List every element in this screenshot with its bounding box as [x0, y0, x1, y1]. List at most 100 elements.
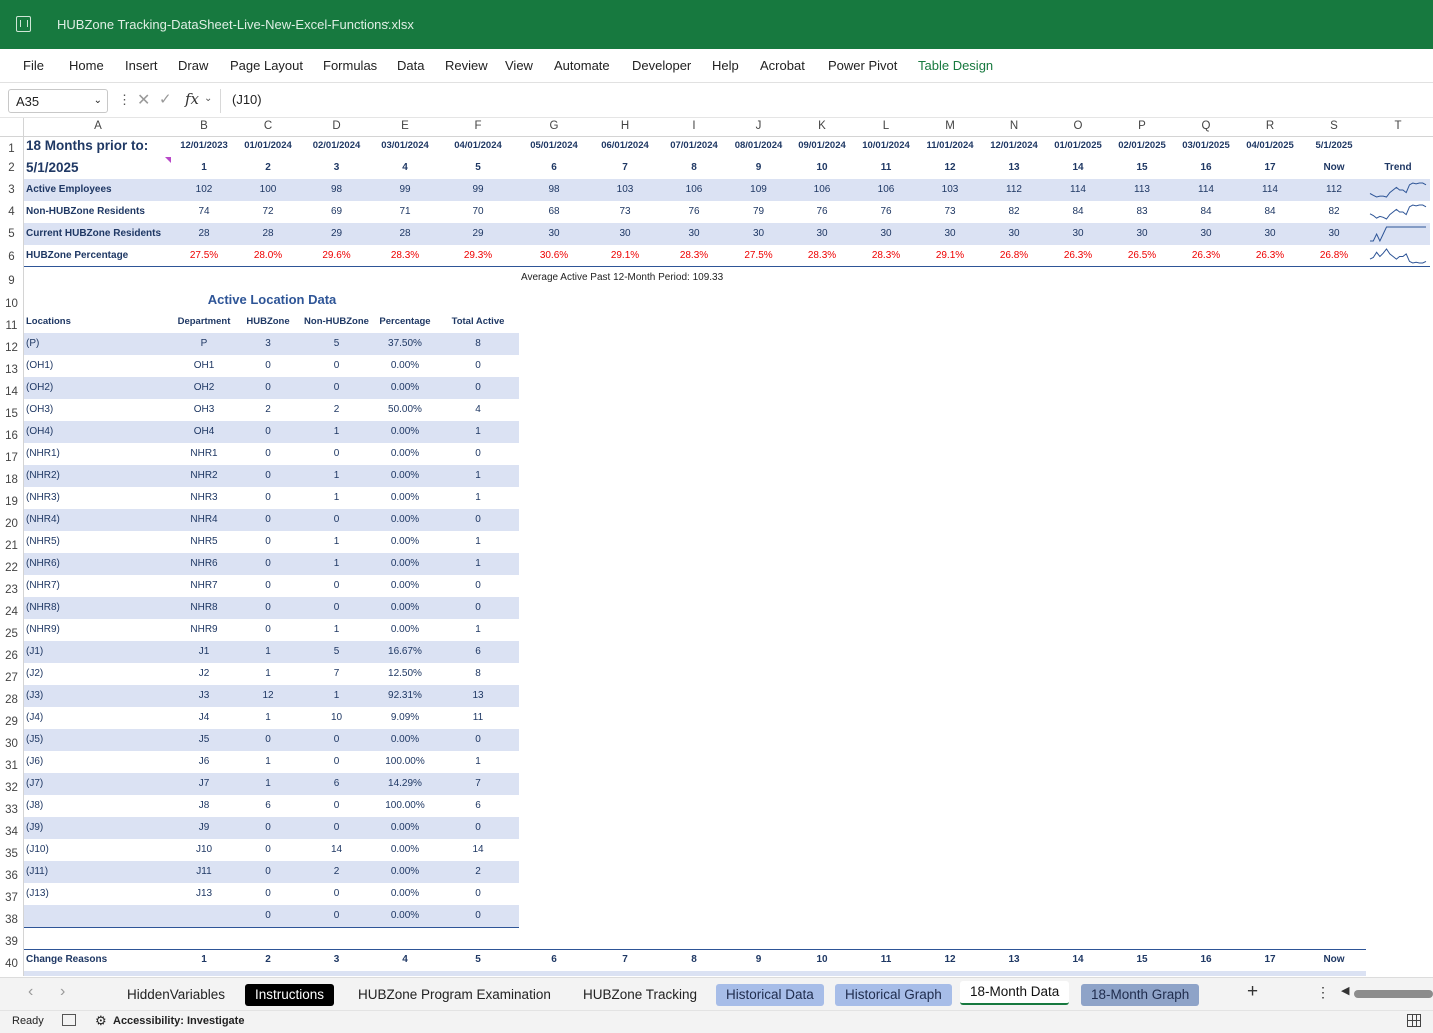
- scroll-right-icon[interactable]: ›: [60, 983, 65, 1001]
- location-cell[interactable]: 0: [236, 531, 300, 553]
- row-header-20[interactable]: 20: [0, 509, 23, 531]
- location-cell[interactable]: 0.00%: [373, 355, 437, 377]
- location-cell[interactable]: 0: [437, 817, 519, 839]
- change-reason-index[interactable]: Now: [1302, 949, 1366, 971]
- sheet-tab-instructions[interactable]: Instructions: [245, 984, 335, 1006]
- metric-value[interactable]: 30: [1302, 223, 1366, 245]
- menu-insert[interactable]: Insert: [125, 58, 158, 73]
- location-cell[interactable]: 2: [437, 861, 519, 883]
- month-index[interactable]: 8: [661, 157, 727, 179]
- row-header-13[interactable]: 13: [0, 355, 23, 377]
- location-header[interactable]: Department: [172, 311, 236, 333]
- column-header-o[interactable]: O: [1046, 120, 1110, 136]
- month-index[interactable]: 9: [727, 157, 790, 179]
- column-header-a[interactable]: A: [24, 120, 172, 136]
- location-cell[interactable]: NHR6: [172, 553, 236, 575]
- metric-value[interactable]: 70: [437, 201, 519, 223]
- location-cell[interactable]: 1: [300, 487, 373, 509]
- month-index[interactable]: 1: [172, 157, 236, 179]
- month-date-header[interactable]: 02/01/2025: [1110, 135, 1174, 157]
- location-cell[interactable]: 1: [437, 619, 519, 641]
- location-cell[interactable]: 0: [236, 597, 300, 619]
- location-cell[interactable]: (J13): [24, 883, 174, 905]
- location-cell[interactable]: 0.00%: [373, 619, 437, 641]
- metric-value[interactable]: 102: [172, 179, 236, 201]
- location-header[interactable]: Locations: [24, 311, 174, 333]
- location-cell[interactable]: 12.50%: [373, 663, 437, 685]
- month-index[interactable]: 13: [982, 157, 1046, 179]
- metric-label[interactable]: Active Employees: [24, 179, 174, 201]
- location-cell[interactable]: NHR2: [172, 465, 236, 487]
- location-cell[interactable]: 1: [437, 553, 519, 575]
- metric-value[interactable]: 28.3%: [790, 245, 854, 267]
- location-cell[interactable]: 0.00%: [373, 443, 437, 465]
- location-header[interactable]: Percentage: [373, 311, 437, 333]
- location-cell[interactable]: 100.00%: [373, 795, 437, 817]
- location-cell[interactable]: OH1: [172, 355, 236, 377]
- location-header[interactable]: HUBZone: [236, 311, 300, 333]
- location-cell[interactable]: 0: [236, 817, 300, 839]
- metric-value[interactable]: 30: [727, 223, 790, 245]
- row-header-19[interactable]: 19: [0, 487, 23, 509]
- menu-automate[interactable]: Automate: [554, 58, 610, 73]
- metric-value[interactable]: 29: [437, 223, 519, 245]
- location-cell[interactable]: J6: [172, 751, 236, 773]
- location-cell[interactable]: 14: [437, 839, 519, 861]
- location-header[interactable]: Non-HUBZone: [300, 311, 373, 333]
- metric-value[interactable]: 84: [1238, 201, 1302, 223]
- location-cell[interactable]: J2: [172, 663, 236, 685]
- metric-value[interactable]: 26.8%: [1302, 245, 1366, 267]
- metric-value[interactable]: 30: [661, 223, 727, 245]
- column-header-e[interactable]: E: [373, 120, 437, 136]
- location-cell[interactable]: 0: [300, 905, 373, 927]
- row-header-23[interactable]: 23: [0, 575, 23, 597]
- column-header-j[interactable]: J: [727, 120, 790, 136]
- row-header-10[interactable]: 10: [0, 289, 23, 311]
- location-cell[interactable]: 0: [437, 443, 519, 465]
- accessibility-icon[interactable]: ⚙: [95, 1013, 107, 1029]
- location-cell[interactable]: J1: [172, 641, 236, 663]
- month-date-header[interactable]: 5/1/2025: [1302, 135, 1366, 157]
- month-index[interactable]: 17: [1238, 157, 1302, 179]
- metric-value[interactable]: 109: [727, 179, 790, 201]
- location-cell[interactable]: (J7): [24, 773, 174, 795]
- location-cell[interactable]: 0: [236, 905, 300, 927]
- month-date-header[interactable]: 03/01/2024: [373, 135, 437, 157]
- menu-developer[interactable]: Developer: [632, 58, 691, 73]
- metric-value[interactable]: 30: [982, 223, 1046, 245]
- sheet-tab-historical-graph[interactable]: Historical Graph: [835, 984, 952, 1006]
- month-date-header[interactable]: 04/01/2024: [437, 135, 519, 157]
- scroll-left-icon[interactable]: ◀: [1341, 984, 1349, 997]
- location-cell[interactable]: 0: [437, 597, 519, 619]
- column-header-g[interactable]: G: [519, 120, 589, 136]
- location-cell[interactable]: 2: [236, 399, 300, 421]
- location-cell[interactable]: 0: [236, 487, 300, 509]
- metric-value[interactable]: 112: [982, 179, 1046, 201]
- location-cell[interactable]: 0: [236, 377, 300, 399]
- location-cell[interactable]: (NHR9): [24, 619, 174, 641]
- metric-value[interactable]: 29.1%: [918, 245, 982, 267]
- column-header-f[interactable]: F: [437, 120, 519, 136]
- row-header-2[interactable]: 2: [0, 154, 23, 175]
- metric-value[interactable]: 106: [854, 179, 918, 201]
- location-cell[interactable]: (OH3): [24, 399, 174, 421]
- location-cell[interactable]: 6: [236, 795, 300, 817]
- accessibility-status[interactable]: Accessibility: Investigate: [113, 1015, 244, 1027]
- column-header-m[interactable]: M: [918, 120, 982, 136]
- location-cell[interactable]: 10: [300, 707, 373, 729]
- month-date-header[interactable]: 02/01/2024: [300, 135, 373, 157]
- month-index[interactable]: Now: [1302, 157, 1366, 179]
- row-header-36[interactable]: 36: [0, 861, 23, 883]
- metric-value[interactable]: 30: [519, 223, 589, 245]
- location-cell[interactable]: 1: [300, 531, 373, 553]
- row-header-37[interactable]: 37: [0, 883, 23, 905]
- location-cell[interactable]: 0.00%: [373, 465, 437, 487]
- month-index[interactable]: 6: [519, 157, 589, 179]
- location-cell[interactable]: 1: [300, 553, 373, 575]
- metric-value[interactable]: 73: [918, 201, 982, 223]
- month-date-header[interactable]: 07/01/2024: [661, 135, 727, 157]
- month-date-header[interactable]: 08/01/2024: [727, 135, 790, 157]
- metric-value[interactable]: 30: [854, 223, 918, 245]
- metric-value[interactable]: 28: [236, 223, 300, 245]
- metric-value[interactable]: 79: [727, 201, 790, 223]
